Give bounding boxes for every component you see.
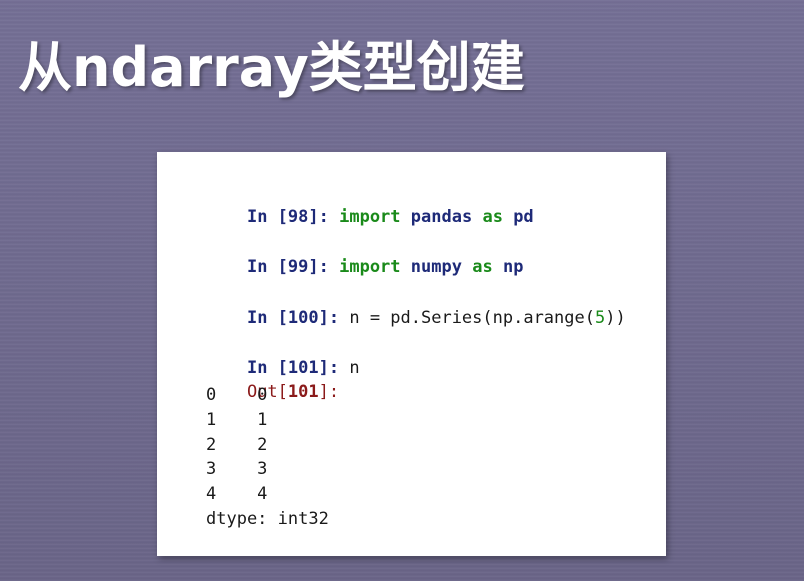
in-prompt: In [ — [246, 207, 288, 227]
in-prompt-number: 100 — [287, 308, 319, 328]
out-prompt-number: 101 — [287, 382, 319, 402]
code-text-close: )) — [605, 308, 626, 328]
keyword-import: import — [339, 207, 401, 227]
alias-name: pd — [513, 207, 534, 227]
keyword-as: as — [472, 257, 493, 277]
output-row: 0 0 — [206, 385, 268, 405]
in-prompt-close: ]: — [308, 207, 340, 227]
output-row: 3 3 — [206, 459, 268, 479]
code-panel: In [98]: import pandas as pd In [99]: im… — [157, 152, 666, 556]
keyword-as: as — [482, 207, 503, 227]
output-row: 2 2 — [206, 435, 268, 455]
module-name: pandas — [410, 207, 473, 227]
in-prompt-number: 98 — [287, 207, 309, 227]
in-prompt-close: ]: — [308, 257, 340, 277]
slide-title: 从ndarray类型创建 — [18, 36, 525, 99]
in-prompt-close: ]: — [318, 308, 350, 328]
in-prompt: In [ — [246, 308, 288, 328]
out-prompt-close: ]: — [318, 382, 340, 402]
output-row: 4 4 — [206, 484, 268, 504]
keyword-import: import — [339, 257, 401, 277]
in-prompt-number: 99 — [287, 257, 309, 277]
code-text: n — [349, 358, 360, 378]
code-text: n = pd.Series(np.arange( — [349, 308, 595, 328]
alias-name: np — [502, 257, 524, 277]
output-row: 1 1 — [206, 410, 268, 430]
number-literal: 5 — [594, 308, 606, 328]
in-prompt: In [ — [246, 257, 288, 277]
module-name: numpy — [410, 257, 462, 277]
output-dtype: dtype: int32 — [206, 509, 329, 529]
